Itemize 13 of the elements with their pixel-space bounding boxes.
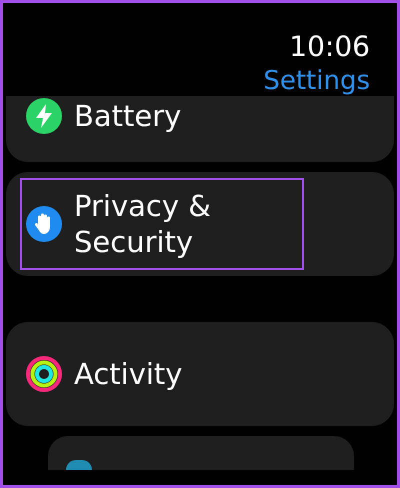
settings-item[interactable]: Activity — [6, 322, 394, 426]
lightning-bolt-icon — [26, 98, 62, 134]
settings-item[interactable] — [48, 436, 354, 470]
clock-time: 10:06 — [289, 30, 370, 64]
settings-item[interactable]: Privacy & Security — [6, 172, 394, 276]
hand-icon — [26, 206, 62, 242]
partial-icon — [66, 460, 92, 470]
item-label: Privacy & Security — [74, 188, 212, 260]
screen-title: Settings — [263, 65, 370, 98]
settings-item[interactable]: Battery — [6, 96, 394, 162]
item-label: Activity — [74, 356, 182, 392]
item-label: Battery — [74, 98, 182, 134]
activity-rings-icon — [26, 356, 62, 392]
